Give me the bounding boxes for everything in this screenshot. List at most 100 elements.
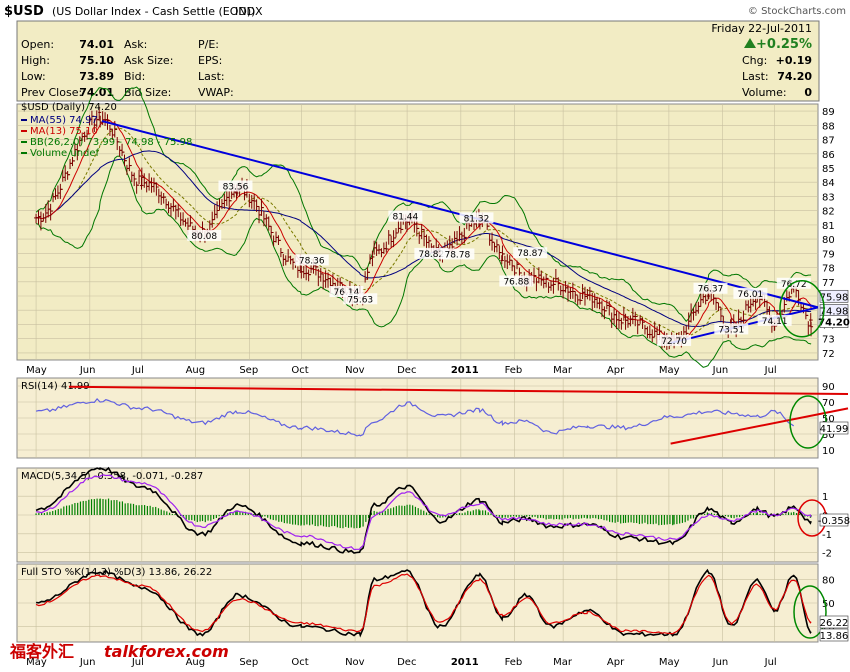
price-annotation: 83.56 bbox=[223, 182, 249, 192]
x-tick-label: Aug bbox=[186, 365, 206, 376]
quote-value: 74.01 bbox=[79, 38, 114, 51]
y-tick-label: 79 bbox=[822, 249, 835, 260]
quote-label: High: bbox=[21, 54, 50, 67]
price-annotation: 76.37 bbox=[698, 285, 724, 295]
y-tick-label: 87 bbox=[822, 136, 835, 147]
price-annotation: 78.36 bbox=[299, 256, 325, 266]
price-annotation: 81.32 bbox=[464, 214, 490, 224]
y-tick-label: 78 bbox=[822, 264, 835, 275]
price-title: $USD (Daily) 74.20 bbox=[21, 102, 117, 113]
x-tick-label: Nov bbox=[345, 365, 365, 376]
x-tick-label: Jun bbox=[79, 365, 96, 376]
y-tick-label: 86 bbox=[822, 150, 835, 161]
y-tick-label: -1 bbox=[822, 530, 832, 541]
x-tick-label: Sep bbox=[239, 365, 258, 376]
price-annotation: 78.87 bbox=[517, 249, 543, 259]
y-tick-label: 83 bbox=[822, 192, 835, 203]
x-tick-label: Mar bbox=[553, 657, 573, 668]
x-tick-label: Jul bbox=[131, 365, 144, 376]
x-tick-label: Jul bbox=[764, 657, 777, 668]
legend-item: MA(13) 75.10 bbox=[30, 126, 98, 137]
footer-brand-cn: 福客外汇 bbox=[9, 642, 74, 661]
x-tick-label: Dec bbox=[397, 657, 416, 668]
exchange: INDX bbox=[235, 5, 263, 18]
y-tick-label: 10 bbox=[822, 446, 835, 457]
quote-label: Volume: bbox=[742, 86, 787, 99]
quote-value: 0 bbox=[804, 86, 812, 99]
price-annotation: 76.01 bbox=[738, 290, 764, 300]
x-tick-label: Jul bbox=[764, 365, 777, 376]
x-tick-label: Oct bbox=[291, 657, 308, 668]
x-tick-label: Nov bbox=[345, 657, 365, 668]
y-tick-label: 89 bbox=[822, 107, 835, 118]
symbol: $USD bbox=[4, 4, 44, 19]
legend-item: MA(55) 74.97 bbox=[30, 115, 98, 126]
quote-value: 74.01 bbox=[79, 86, 114, 99]
x-tick-label: Dec bbox=[397, 365, 416, 376]
x-tick-label: May bbox=[659, 365, 680, 376]
quote-label: Last: bbox=[198, 70, 225, 83]
y-tick-label: 80 bbox=[822, 235, 835, 246]
price-annotation: 75.63 bbox=[347, 295, 373, 305]
legend-item: Volume undef bbox=[30, 148, 100, 159]
y-tick-label: 90 bbox=[822, 382, 835, 393]
price-annotation: 73.51 bbox=[718, 325, 744, 335]
y-tick-label: -2 bbox=[822, 549, 832, 560]
x-tick-label: 2011 bbox=[451, 657, 479, 668]
watermark: © StockCharts.com bbox=[748, 6, 846, 17]
quote-label: Last: bbox=[742, 70, 769, 83]
right-value-label: 41.99 bbox=[820, 424, 849, 435]
quote-label: Bid: bbox=[124, 70, 145, 83]
x-tick-label: Jun bbox=[712, 365, 729, 376]
quote-label: VWAP: bbox=[198, 86, 234, 99]
x-tick-label: Sep bbox=[239, 657, 258, 668]
price-annotation: 80.08 bbox=[191, 232, 217, 242]
quote-label: Low: bbox=[21, 70, 46, 83]
symbol-description: (US Dollar Index - Cash Settle (EOD)) bbox=[52, 5, 255, 18]
y-tick-label: 82 bbox=[822, 207, 835, 218]
x-tick-label: Apr bbox=[607, 365, 625, 376]
rsi-panel: 1030507090RSI(14) 41.9941.99 bbox=[16, 377, 849, 459]
footer-brand: 福客外汇 talkforex.com bbox=[9, 642, 229, 661]
quote-label: P/E: bbox=[198, 38, 219, 51]
quote-label: Ask: bbox=[124, 38, 147, 51]
quote-value: +0.19 bbox=[776, 54, 812, 67]
price-annotation: 81.44 bbox=[392, 213, 418, 223]
stock-chart: $USD (US Dollar Index - Cash Settle (EOD… bbox=[0, 0, 850, 668]
chart-header: $USD (US Dollar Index - Cash Settle (EOD… bbox=[4, 4, 846, 102]
x-tick-label: 2011 bbox=[451, 365, 479, 376]
y-tick-label: 81 bbox=[822, 221, 835, 232]
quote-value: 73.89 bbox=[79, 70, 114, 83]
y-tick-label: 72 bbox=[822, 349, 835, 360]
x-tick-label: Jun bbox=[712, 657, 729, 668]
y-tick-label: 77 bbox=[822, 278, 835, 289]
right-value-label: -0.358 bbox=[818, 516, 850, 527]
y-tick-label: 70 bbox=[822, 398, 835, 409]
chart-canvas: $USD (US Dollar Index - Cash Settle (EOD… bbox=[4, 4, 850, 668]
quote-label: Prev Close: bbox=[21, 86, 82, 99]
x-tick-label: Jun bbox=[79, 657, 96, 668]
price-panel: 727374757677787980818283848586878889MayJ… bbox=[16, 86, 850, 376]
indicator-title: Full STO %K(14,3) %D(3) 13.86, 26.22 bbox=[21, 567, 212, 578]
right-value-label: 26.22 bbox=[820, 618, 849, 629]
quote-label: Chg: bbox=[742, 54, 767, 67]
right-value-label: 13.86 bbox=[820, 631, 849, 642]
quote-label: Open: bbox=[21, 38, 54, 51]
macd-panel: -2-101MACD(5,34,5) -0.358, -0.071, -0.28… bbox=[16, 466, 850, 563]
x-tick-label: Feb bbox=[505, 365, 523, 376]
y-tick-label: 73 bbox=[822, 335, 835, 346]
quote-label: Ask Size: bbox=[124, 54, 173, 67]
price-annotation: 76.88 bbox=[503, 277, 529, 287]
quote-label: EPS: bbox=[198, 54, 222, 67]
legend-item: BB(26,2.0) 73.99 - 74.98 - 75.98 bbox=[30, 137, 192, 148]
price-annotation: 72.70 bbox=[661, 337, 687, 347]
y-tick-label: 84 bbox=[822, 178, 835, 189]
x-tick-label: Mar bbox=[553, 365, 573, 376]
footer-brand-en: talkforex.com bbox=[104, 642, 229, 661]
price-annotation: 78.78 bbox=[444, 250, 470, 260]
quote-value: 75.10 bbox=[79, 54, 114, 67]
x-tick-label: Feb bbox=[505, 657, 523, 668]
x-tick-label: May bbox=[659, 657, 680, 668]
y-tick-label: 85 bbox=[822, 164, 835, 175]
y-tick-label: 1 bbox=[822, 492, 828, 503]
